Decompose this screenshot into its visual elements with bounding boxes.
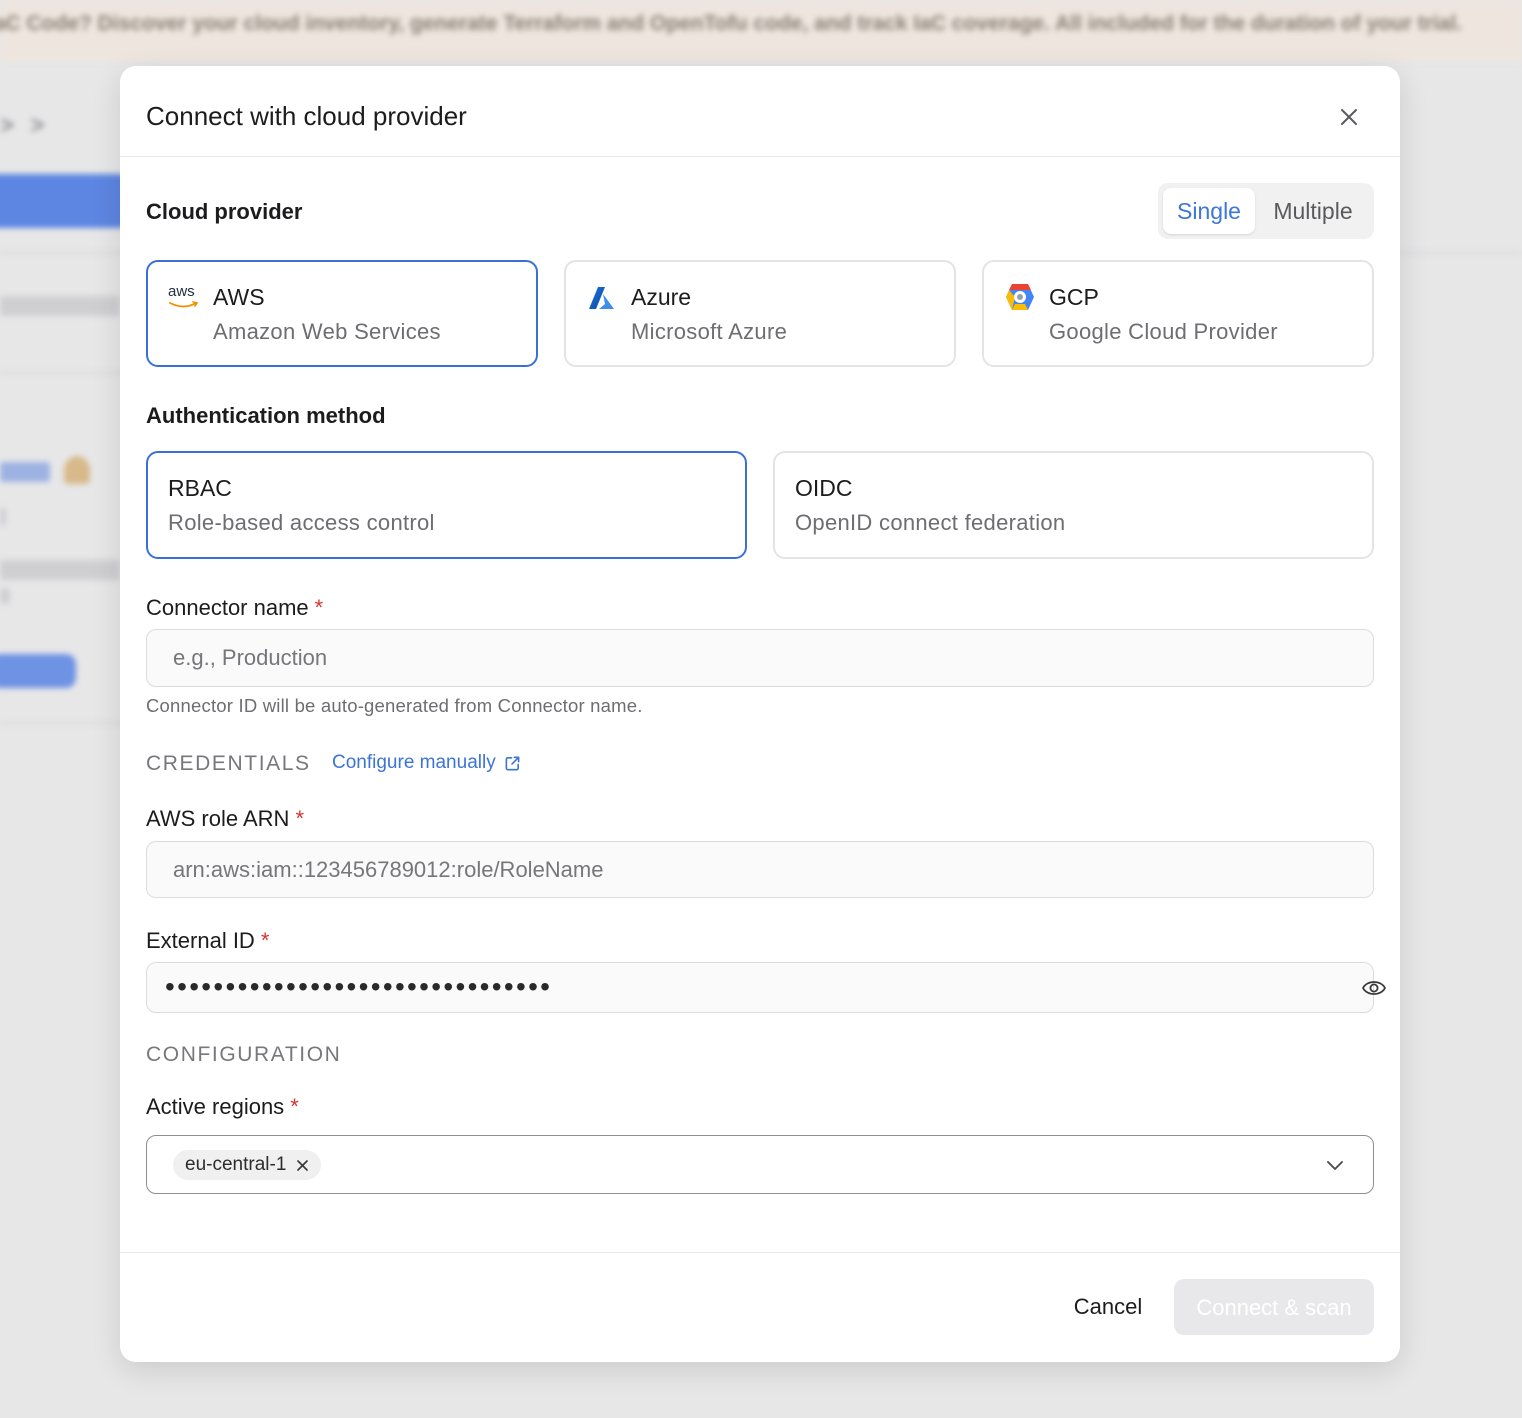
- active-regions-label: Active regions *: [146, 1094, 299, 1120]
- auth-card-rbac[interactable]: RBAC Role-based access control: [146, 451, 747, 559]
- auth-card-oidc[interactable]: OIDC OpenID connect federation: [773, 451, 1374, 559]
- background-text-line: [0, 560, 120, 580]
- background-text-line: [0, 588, 10, 604]
- gcp-logo-icon: [1006, 284, 1034, 310]
- external-id-masked-value: ••••••••••••••••••••••••••••••••: [165, 971, 553, 1002]
- aws-role-arn-input[interactable]: [146, 841, 1374, 898]
- provider-name-aws: AWS: [213, 284, 265, 310]
- external-id-input[interactable]: ••••••••••••••••••••••••••••••••: [146, 962, 1386, 1013]
- provider-card-aws[interactable]: aws AWS Amazon Web Services: [146, 260, 538, 367]
- provider-name-gcp: GCP: [1049, 284, 1099, 310]
- toggle-option-single[interactable]: Single: [1163, 188, 1255, 234]
- close-button[interactable]: [1334, 102, 1364, 132]
- active-regions-label-text: Active regions: [146, 1094, 285, 1119]
- background-divider: [0, 722, 130, 724]
- provider-description-gcp: Google Cloud Provider: [1049, 319, 1278, 344]
- background-pill-button: [0, 654, 76, 688]
- provider-card-azure[interactable]: Azure Microsoft Azure: [564, 260, 956, 367]
- external-id-label: External ID *: [146, 928, 269, 954]
- auth-name-oidc: OIDC: [795, 475, 853, 501]
- trial-banner: IaC Code? Discover your cloud inventory,…: [0, 0, 1522, 62]
- background-breadcrumb: > >: [0, 112, 61, 139]
- background-text-line: [0, 508, 6, 526]
- connect-cloud-provider-modal: Connect with cloud provider Cloud provid…: [120, 66, 1400, 1362]
- auth-description-oidc: OpenID connect federation: [795, 510, 1066, 535]
- connector-name-helper: Connector ID will be auto-generated from…: [146, 695, 643, 716]
- provider-mode-toggle: Single Multiple: [1158, 183, 1374, 239]
- toggle-option-multiple[interactable]: Multiple: [1261, 188, 1365, 234]
- auth-name-rbac: RBAC: [168, 475, 232, 501]
- aws-logo-icon: aws: [168, 284, 202, 312]
- background-text-line: [0, 296, 120, 316]
- chevron-down-icon[interactable]: [1325, 1156, 1345, 1174]
- connector-name-input[interactable]: [146, 629, 1374, 687]
- connector-name-label-text: Connector name: [146, 595, 309, 620]
- credentials-heading: CREDENTIALS: [146, 752, 311, 775]
- close-icon: [297, 1159, 309, 1171]
- authentication-method-label: Authentication method: [146, 403, 386, 428]
- close-icon: [1341, 109, 1357, 125]
- cloud-provider-label: Cloud provider: [146, 199, 303, 224]
- provider-name-azure: Azure: [631, 284, 692, 310]
- region-chip: eu-central-1: [173, 1150, 322, 1180]
- background-divider: [1400, 252, 1522, 254]
- configure-manually-text: Configure manually: [332, 752, 496, 773]
- provider-description-azure: Microsoft Azure: [631, 319, 788, 344]
- external-link-icon: [505, 756, 520, 770]
- region-chip-label: eu-central-1: [185, 1154, 287, 1175]
- background-divider: [0, 372, 130, 374]
- required-mark: *: [295, 806, 305, 831]
- provider-description-aws: Amazon Web Services: [213, 319, 441, 344]
- aws-logo-text: aws: [168, 283, 195, 300]
- background-warning-icon: [64, 456, 90, 484]
- azure-logo-icon: [589, 287, 614, 309]
- eye-icon[interactable]: [1361, 977, 1387, 999]
- required-mark: *: [260, 928, 270, 953]
- aws-role-arn-label: AWS role ARN *: [146, 806, 304, 832]
- trial-banner-text: IaC Code? Discover your cloud inventory,…: [0, 12, 1463, 35]
- cancel-button[interactable]: Cancel: [1046, 1279, 1170, 1335]
- remove-region-button[interactable]: [296, 1159, 309, 1172]
- external-id-label-text: External ID: [146, 928, 255, 953]
- modal-title: Connect with cloud provider: [146, 101, 467, 131]
- modal-header: Connect with cloud provider: [120, 66, 1400, 157]
- configuration-heading: CONFIGURATION: [146, 1043, 342, 1066]
- active-regions-select[interactable]: eu-central-1: [146, 1135, 1374, 1194]
- aws-role-arn-label-text: AWS role ARN: [146, 806, 290, 831]
- configure-manually-link[interactable]: Configure manually: [332, 752, 521, 774]
- auth-description-rbac: Role-based access control: [168, 510, 435, 535]
- connector-name-label: Connector name *: [146, 595, 323, 621]
- required-mark: *: [290, 1094, 299, 1119]
- background-link: [0, 462, 50, 482]
- connect-and-scan-button[interactable]: Connect & scan: [1174, 1279, 1374, 1335]
- modal-footer: Cancel Connect & scan: [120, 1252, 1400, 1363]
- background-divider: [0, 252, 130, 254]
- aws-smile-icon: [169, 301, 199, 308]
- provider-card-gcp[interactable]: GCP Google Cloud Provider: [982, 260, 1374, 367]
- required-mark: *: [314, 595, 324, 620]
- background-primary-button: [0, 174, 126, 228]
